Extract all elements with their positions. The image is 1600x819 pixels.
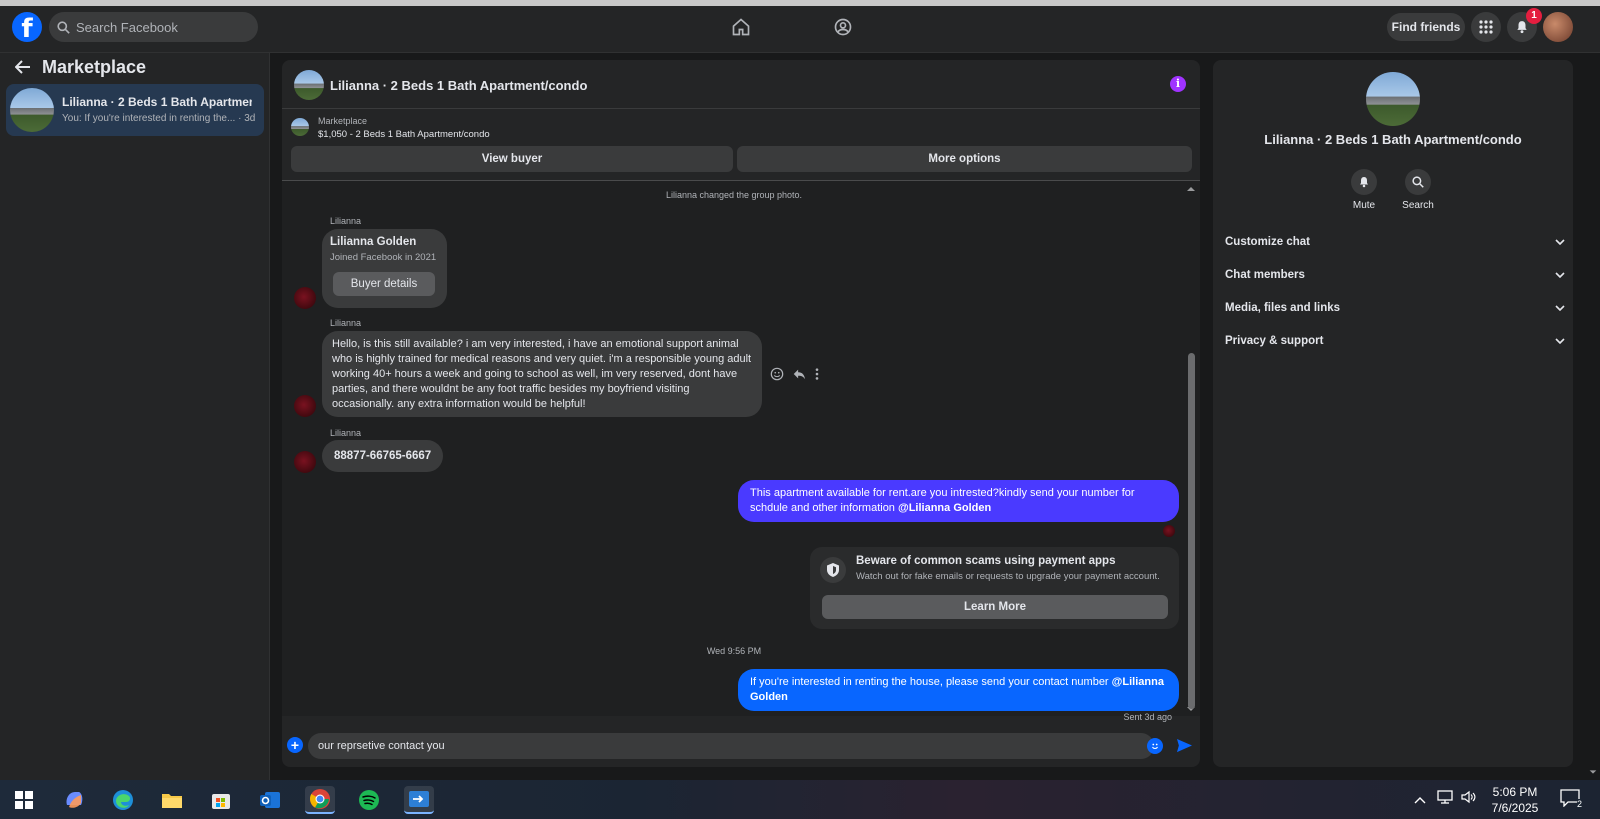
clock-time: 5:06 PM (1492, 785, 1538, 799)
chevron-down-icon (1555, 239, 1565, 245)
edge-browser-icon[interactable] (109, 786, 137, 814)
listing-thumbnail-small (291, 118, 309, 136)
microsoft-store-icon[interactable] (207, 786, 235, 814)
send-icon[interactable] (1176, 738, 1193, 756)
section-label: Customize chat (1225, 236, 1310, 248)
more-options-button[interactable]: More options (737, 146, 1192, 172)
search-icon (57, 20, 70, 34)
more-dots-icon[interactable] (814, 367, 820, 381)
page-title: Marketplace (42, 57, 147, 77)
sender-name: Lilianna (330, 318, 362, 328)
message-input[interactable]: our reprsetive contact you (308, 733, 1154, 759)
message-bubble[interactable]: Hello, is this still available? i am ver… (322, 331, 762, 417)
conversation-name: Lilianna · 2 Beds 1 Bath Apartment... (62, 95, 252, 109)
privacy-support-section[interactable]: Privacy & support (1225, 327, 1565, 355)
buyer-joined: Joined Facebook in 2021 (330, 252, 437, 263)
buyer-name: Lilianna Golden (330, 236, 417, 248)
section-label: Chat members (1225, 269, 1305, 281)
message-input-text: our reprsetive contact you (318, 740, 445, 752)
warning-title: Beware of common scams using payment app… (856, 555, 1116, 567)
add-attachment-icon[interactable]: + (287, 737, 303, 753)
notification-center-icon[interactable]: 2 (1560, 789, 1582, 809)
tray-chevron-up-icon[interactable] (1414, 793, 1426, 807)
chevron-down-icon (1555, 272, 1565, 278)
file-explorer-icon[interactable] (158, 786, 186, 814)
chat-title[interactable]: Lilianna · 2 Beds 1 Bath Apartment/condo (330, 78, 587, 93)
find-friends-button[interactable]: Find friends (1387, 13, 1465, 41)
shield-icon (820, 557, 846, 583)
conversation-preview: You: If you're interested in renting the… (62, 113, 256, 124)
home-icon[interactable] (725, 11, 757, 43)
outgoing-message-bubble[interactable]: This apartment available for rent.are yo… (738, 480, 1179, 522)
media-files-section[interactable]: Media, files and links (1225, 294, 1565, 322)
search-input[interactable] (76, 19, 246, 35)
listing-label: Marketplace (318, 116, 368, 126)
back-arrow-icon[interactable] (14, 60, 31, 77)
section-label: Privacy & support (1225, 335, 1324, 347)
chevron-down-icon (1555, 305, 1565, 311)
listing-price[interactable]: $1,050 - 2 Beds 1 Bath Apartment/condo (318, 129, 490, 140)
message-text: If you're interested in renting the hous… (750, 676, 1112, 688)
details-title: Lilianna · 2 Beds 1 Bath Apartment/condo (1264, 132, 1522, 147)
info-icon[interactable]: i (1170, 76, 1186, 92)
mention[interactable]: @Lilianna Golden (898, 502, 991, 514)
outgoing-message-bubble[interactable]: If you're interested in renting the hous… (738, 669, 1179, 711)
network-icon[interactable] (1437, 790, 1453, 807)
chat-details-panel (1213, 60, 1573, 767)
clock-date: 7/6/2025 (1491, 801, 1539, 815)
sent-status: Sent 3d ago (1123, 712, 1172, 722)
windows-taskbar (0, 780, 1600, 819)
spotify-icon[interactable] (355, 786, 383, 814)
chrome-icon[interactable] (305, 786, 335, 814)
customize-chat-section[interactable]: Customize chat (1225, 228, 1565, 256)
sender-avatar[interactable] (294, 451, 316, 473)
chat-avatar[interactable] (294, 70, 324, 100)
notification-badge: 1 (1526, 8, 1542, 24)
menu-grid-icon[interactable] (1471, 12, 1501, 42)
sender-name: Lilianna (330, 428, 362, 438)
marketplace-sidebar (0, 53, 270, 780)
reply-icon[interactable] (792, 367, 806, 381)
message-timestamp: Wed 9:56 PM (706, 646, 762, 656)
remote-app-icon[interactable] (404, 786, 434, 814)
account-avatar[interactable] (1543, 12, 1573, 42)
windows-start-icon[interactable] (10, 786, 38, 814)
search-chat-icon[interactable] (1405, 169, 1431, 195)
emoji-icon[interactable] (1147, 738, 1163, 754)
message-text: Hello, is this still available? i am ver… (332, 338, 752, 410)
learn-more-button[interactable]: Learn More (822, 595, 1168, 619)
page-scroll-down-icon[interactable] (1588, 765, 1598, 779)
chat-members-section[interactable]: Chat members (1225, 261, 1565, 289)
notification-center-count: 2 (1576, 799, 1582, 809)
mute-label: Mute (1352, 200, 1376, 211)
copilot-icon[interactable] (60, 786, 88, 814)
facebook-logo[interactable]: f (12, 12, 42, 42)
mute-bell-icon[interactable] (1351, 169, 1377, 195)
message-actions (770, 367, 820, 381)
volume-icon[interactable] (1461, 790, 1477, 807)
sender-name: Lilianna (330, 216, 362, 226)
system-message: Lilianna changed the group photo. (665, 190, 803, 200)
read-receipt-avatar (1163, 525, 1175, 537)
profile-icon[interactable] (827, 11, 859, 43)
message-bubble[interactable]: 88877-66765-6667 (322, 440, 444, 472)
message-text: 88877-66765-6667 (334, 450, 432, 462)
sender-avatar[interactable] (294, 395, 316, 417)
outlook-icon[interactable] (256, 786, 284, 814)
chevron-down-icon (1555, 338, 1565, 344)
divider (282, 108, 1200, 109)
view-buyer-button[interactable]: View buyer (291, 146, 733, 172)
system-clock[interactable]: 5:06 PM 7/6/2025 (1480, 784, 1550, 816)
sender-avatar[interactable] (294, 287, 316, 309)
section-label: Media, files and links (1225, 302, 1341, 314)
buyer-details-button[interactable]: Buyer details (333, 272, 435, 296)
chat-group-photo[interactable] (1366, 72, 1420, 126)
react-emoji-icon[interactable] (770, 367, 784, 381)
scrollbar-thumb[interactable] (1188, 353, 1195, 709)
warning-subtitle: Watch out for fake emails or requests to… (856, 571, 1160, 582)
search-box[interactable] (49, 12, 258, 42)
search-label: Search (1402, 200, 1434, 211)
listing-thumbnail (10, 88, 54, 132)
